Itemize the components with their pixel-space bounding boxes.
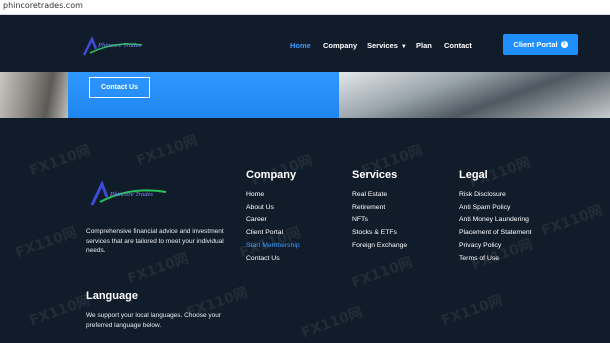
services-heading: Services <box>352 169 398 181</box>
footer-link-real-estate[interactable]: Real Estate <box>352 189 407 202</box>
footer-link-retirement[interactable]: Retirement <box>352 202 407 215</box>
footer-link-privacy-policy[interactable]: Privacy Policy <box>459 240 532 253</box>
footer-link-client-portal[interactable]: Client Portal <box>246 227 300 240</box>
footer-link-home[interactable]: Home <box>246 189 300 202</box>
client-portal-label: Client Portal <box>513 40 558 49</box>
footer-link-risk-disclosure[interactable]: Risk Disclosure <box>459 189 532 202</box>
footer-link-about-us[interactable]: About Us <box>246 202 300 215</box>
footer-link-anti-money-laundering[interactable]: Anti Money Laundering <box>459 214 532 227</box>
footer-link-start-membership[interactable]: Start Membership <box>246 240 300 253</box>
footer-link-placement-of-statement[interactable]: Placement of Statement <box>459 227 532 240</box>
nav-plan[interactable]: Plan <box>416 41 432 50</box>
footer-link-terms-of-use[interactable]: Terms of Use <box>459 253 532 266</box>
legal-links: Risk Disclosure Anti Spam Policy Anti Mo… <box>459 189 532 265</box>
footer-link-anti-spam[interactable]: Anti Spam Policy <box>459 202 532 215</box>
nav-home[interactable]: Home <box>290 41 311 50</box>
nav-services-label: Services <box>367 41 398 50</box>
legal-heading: Legal <box>459 169 488 181</box>
contact-us-button[interactable]: Contact Us <box>89 77 150 98</box>
company-heading: Company <box>246 169 297 181</box>
brand-logo[interactable]: Phincore Trades <box>80 35 144 59</box>
hero-image-left <box>0 72 68 118</box>
footer-link-stocks-etfs[interactable]: Stocks & ETFs <box>352 227 407 240</box>
client-portal-button[interactable]: Client Portal i <box>503 34 578 55</box>
url-text: phincoretrades.com <box>3 1 83 10</box>
nav-services[interactable]: Services ▼ <box>367 41 407 50</box>
services-links: Real Estate Retirement NFTs Stocks & ETF… <box>352 189 407 253</box>
hero-image-right <box>339 72 610 118</box>
info-icon: i <box>560 41 568 48</box>
footer-link-contact-us[interactable]: Contact Us <box>246 253 300 266</box>
language-heading: Language <box>86 290 138 302</box>
footer-link-foreign-exchange[interactable]: Foreign Exchange <box>352 240 407 253</box>
footer-description: Comprehensive financial advice and inves… <box>86 228 224 254</box>
language-description: We support your local languages. Choose … <box>86 312 222 329</box>
nav-company[interactable]: Company <box>323 41 357 50</box>
top-navigation: Phincore Trades Home Company Services ▼ P… <box>0 15 610 72</box>
nav-contact[interactable]: Contact <box>444 41 472 50</box>
chevron-down-icon: ▼ <box>400 44 407 50</box>
browser-url-bar[interactable]: phincoretrades.com <box>0 0 610 15</box>
logo-text: Phincore Trades <box>98 42 141 49</box>
footer-link-nfts[interactable]: NFTs <box>352 214 407 227</box>
footer-logo-text: Phincore Trades <box>110 191 153 198</box>
footer-link-career[interactable]: Career <box>246 214 300 227</box>
footer-logo[interactable]: Phincore Trades <box>88 180 168 208</box>
company-links: Home About Us Career Client Portal Start… <box>246 189 300 265</box>
